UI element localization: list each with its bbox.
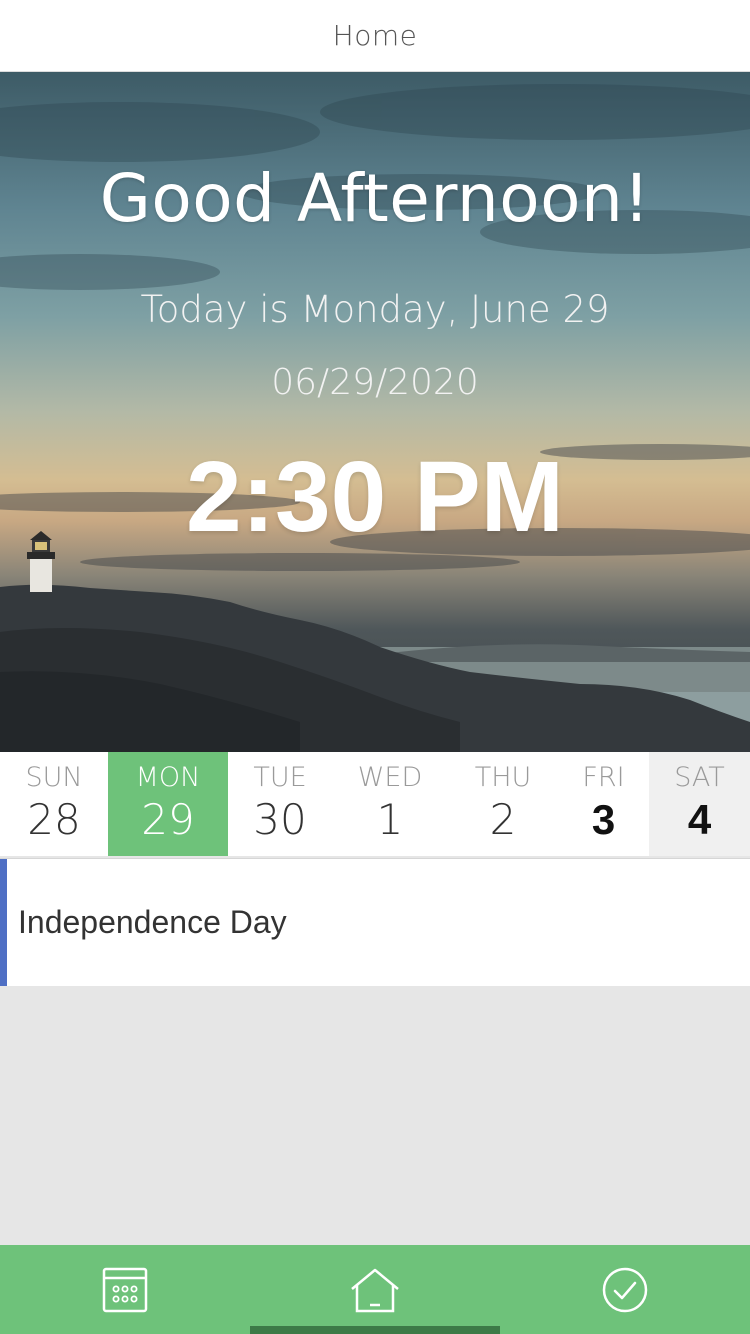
event-accent-bar	[0, 859, 7, 986]
header: Home	[0, 0, 750, 72]
day-name: TUE	[253, 762, 307, 793]
week-strip: SUN 28 MON 29 TUE 30 WED 1 THU 2 FRI 3 S…	[0, 752, 750, 856]
tab-completed[interactable]	[500, 1245, 750, 1334]
day-number: 4	[687, 796, 712, 843]
day-number: 2	[489, 795, 517, 844]
day-name: SUN	[25, 762, 83, 793]
day-sat[interactable]: SAT 4	[649, 752, 750, 856]
day-number: 28	[27, 795, 81, 844]
page-title: Home	[332, 19, 418, 52]
day-sun[interactable]: SUN 28	[0, 752, 108, 856]
day-number: 30	[253, 795, 307, 844]
event-item[interactable]: Independence Day	[0, 858, 750, 986]
day-name: FRI	[582, 762, 625, 793]
day-number: 3	[591, 796, 616, 843]
day-mon[interactable]: MON 29	[108, 752, 228, 856]
greeting-text: Good Afternoon!	[99, 160, 651, 237]
day-tue[interactable]: TUE 30	[228, 752, 332, 856]
day-name: SAT	[674, 762, 725, 793]
home-icon	[351, 1268, 399, 1312]
day-name: MON	[135, 762, 201, 793]
day-name: THU	[474, 762, 532, 793]
today-text: Today is Monday, June 29	[140, 288, 610, 331]
day-number: 1	[376, 795, 404, 844]
checkmark-circle-icon	[602, 1267, 648, 1312]
time-text: 2:30 PM	[186, 441, 564, 553]
date-text: 06/29/2020	[271, 362, 479, 403]
day-wed[interactable]: WED 1	[332, 752, 448, 856]
hero-banner: Good Afternoon! Today is Monday, June 29…	[0, 72, 750, 752]
day-number: 29	[141, 795, 195, 844]
active-tab-indicator	[250, 1326, 500, 1334]
tab-calendar[interactable]	[0, 1245, 250, 1334]
day-name: WED	[357, 762, 423, 793]
day-thu[interactable]: THU 2	[448, 752, 558, 856]
event-title: Independence Day	[18, 904, 287, 940]
tab-home[interactable]	[250, 1245, 500, 1334]
bottom-tab-bar	[0, 1245, 750, 1334]
calendar-icon	[102, 1267, 148, 1312]
day-fri[interactable]: FRI 3	[558, 752, 649, 856]
